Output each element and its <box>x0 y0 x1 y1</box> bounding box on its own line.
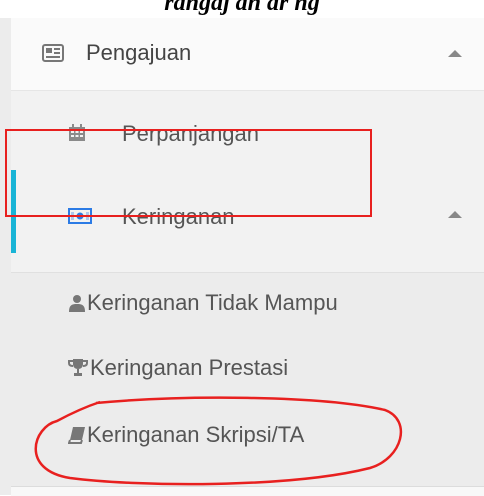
cropped-caption: rangaj an ar ng <box>0 0 484 18</box>
trophy-icon <box>68 358 88 381</box>
menu-label-pengajuan: Pengajuan <box>86 40 192 65</box>
submenu-label-skripsi: Keringanan Skripsi/TA <box>87 422 305 447</box>
chevron-up-icon[interactable] <box>448 211 462 218</box>
menu-label-keringanan: Keringanan <box>122 204 235 229</box>
menu-edge <box>0 18 11 495</box>
menu-label-perpanjangan: Perpanjangan <box>122 121 260 146</box>
submenu-item-prestasi[interactable]: Keringanan Prestasi <box>11 336 484 402</box>
newspaper-icon <box>42 44 64 67</box>
menu-item-keringanan[interactable]: Keringanan <box>11 178 484 272</box>
submenu-item-skripsi[interactable]: Keringanan Skripsi/TA <box>11 402 484 470</box>
user-icon <box>68 294 86 317</box>
menu-item-perpanjangan[interactable]: Perpanjangan <box>11 90 484 178</box>
submenu-label-tidak-mampu: Keringanan Tidak Mampu <box>87 290 338 315</box>
money-icon <box>68 208 92 229</box>
active-indicator <box>11 170 16 253</box>
sidebar-menu: Pengajuan Perpanjangan Keringanan Kering… <box>0 18 484 496</box>
chevron-up-icon[interactable] <box>448 50 462 57</box>
menu-item-pengajuan[interactable]: Pengajuan <box>11 18 484 90</box>
caption-text: rangaj an ar ng <box>164 0 320 16</box>
submenu-item-tidak-mampu[interactable]: Keringanan Tidak Mampu <box>11 272 484 336</box>
book-icon <box>67 426 86 449</box>
submenu-label-prestasi: Keringanan Prestasi <box>90 355 289 380</box>
calendar-icon <box>68 124 86 147</box>
